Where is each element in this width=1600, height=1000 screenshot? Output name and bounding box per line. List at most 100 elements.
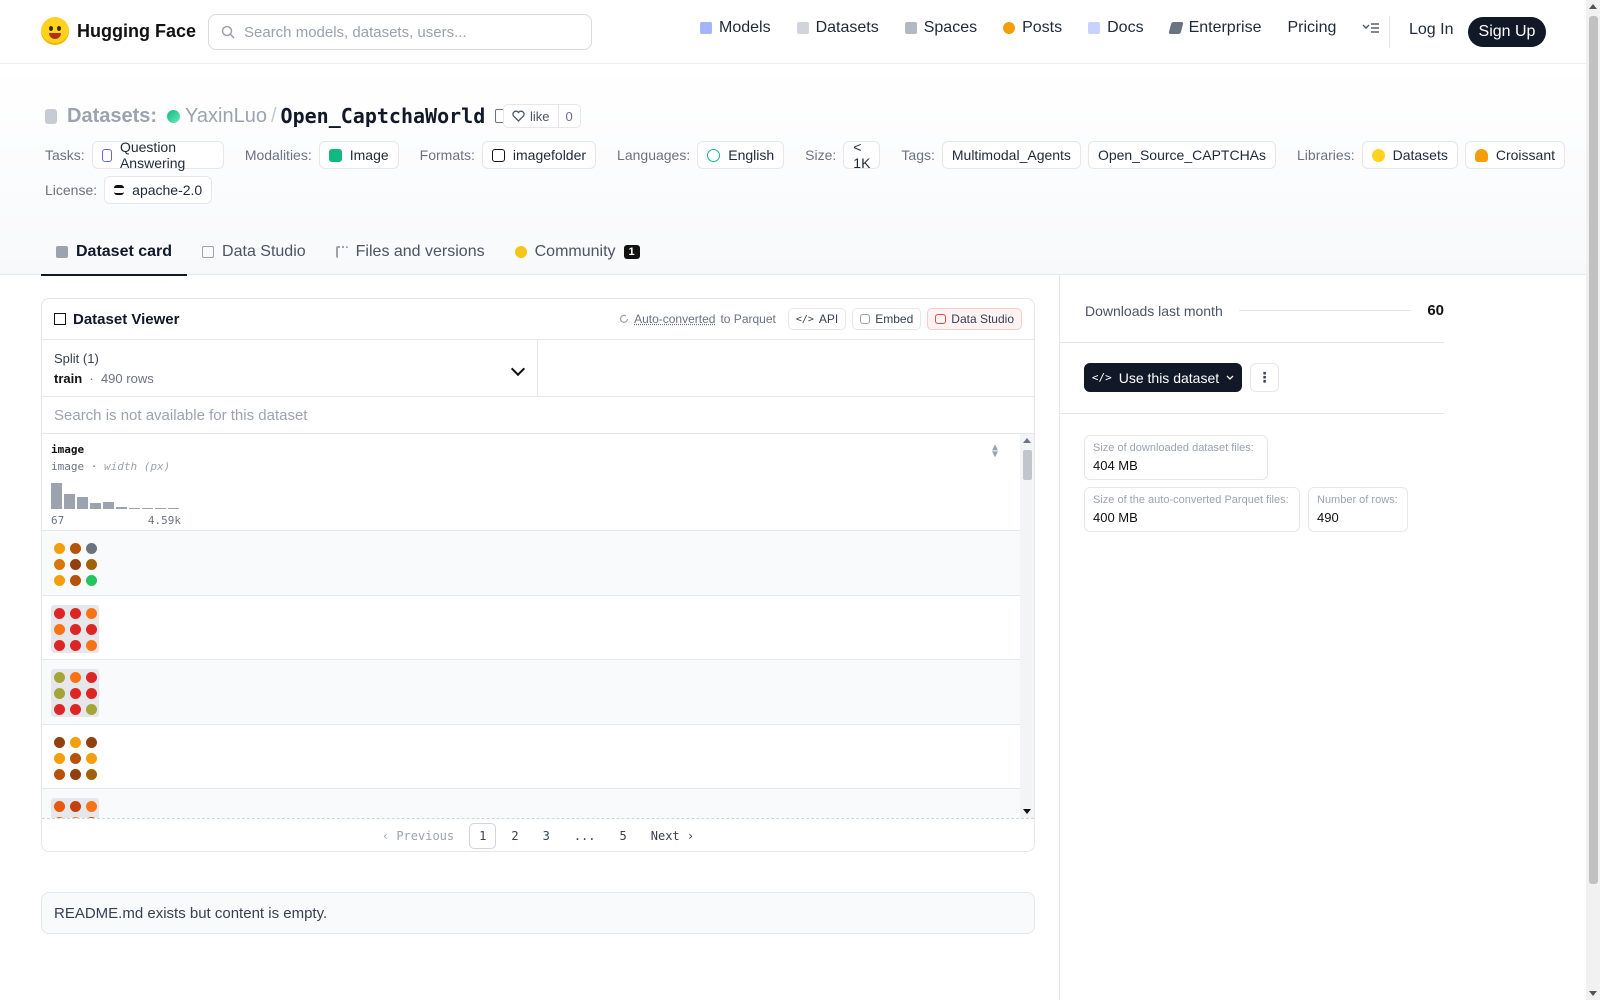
image-icon [328, 148, 342, 162]
split-selector[interactable]: Split (1) train · 490 rows [42, 340, 538, 396]
global-search[interactable] [208, 14, 592, 50]
login-link[interactable]: Log In [1409, 21, 1453, 39]
chevron-down-icon [1226, 375, 1234, 380]
captcha-thumbnail[interactable] [51, 604, 99, 653]
tab-dataset-card[interactable]: Dataset card [41, 230, 188, 276]
tag-task[interactable]: Question Answering [91, 139, 224, 171]
tag-multimodal-agents[interactable]: Multimodal_Agents [941, 141, 1081, 169]
page-scrollbar-thumb[interactable] [1589, 16, 1598, 884]
more-options-button[interactable]: ⋮ [1250, 363, 1279, 392]
search-input[interactable] [244, 23, 564, 41]
page-title[interactable]: Open_CaptchaWorld [281, 104, 486, 128]
divider [1060, 342, 1444, 343]
dataset-files-size: Size of downloaded dataset files: 404 MB [1084, 435, 1268, 480]
breadcrumb-org[interactable]: YaxinLuo [185, 105, 267, 128]
bank-icon [114, 185, 125, 195]
downloads-stat: Downloads last month 60 [1085, 302, 1444, 319]
previous-page-button[interactable]: ‹ Previous [373, 824, 463, 848]
histogram-bar[interactable] [129, 508, 140, 509]
histogram-bar[interactable] [155, 508, 166, 509]
datasets-icon [796, 22, 809, 34]
nav-links: Models Datasets Spaces Posts Docs Enterp… [700, 19, 1380, 37]
tag-modality[interactable]: Image [318, 141, 399, 169]
table-row[interactable] [42, 789, 1020, 818]
nav-posts[interactable]: Posts [1003, 19, 1062, 37]
table-scrollbar[interactable] [1020, 434, 1034, 818]
files-icon [335, 246, 348, 258]
tag-language[interactable]: English [697, 141, 785, 169]
tab-community[interactable]: Community 1 [500, 230, 655, 274]
repo-header: Datasets: YaxinLuo / Open_CaptchaWorld l… [0, 64, 1586, 276]
like-label: like [530, 108, 550, 124]
split-name: train [54, 371, 83, 386]
page-2-button[interactable]: 2 [502, 824, 527, 848]
table-row[interactable] [42, 725, 1020, 789]
tag-open-source-captchas[interactable]: Open_Source_CAPTCHAs [1087, 141, 1277, 169]
page-3-button[interactable]: 3 [534, 824, 559, 848]
histogram-bar[interactable] [168, 508, 179, 509]
nav-spaces[interactable]: Spaces [904, 19, 977, 37]
more-menu-icon[interactable] [1362, 22, 1380, 34]
breadcrumb-section[interactable]: Datasets: [67, 105, 157, 128]
page-5-button[interactable]: 5 [611, 824, 636, 848]
tag-license[interactable]: apache-2.0 [104, 176, 213, 204]
column-header-image[interactable]: image image · width (px) 67 4.59k ▲ ▼ [42, 434, 1020, 531]
auto-converted-link[interactable]: Auto-converted [634, 312, 715, 326]
captcha-thumbnail[interactable] [51, 798, 99, 818]
table-row[interactable] [42, 531, 1020, 596]
histogram-bar[interactable] [103, 502, 114, 509]
captcha-thumbnail[interactable] [51, 734, 99, 782]
data-studio-icon [935, 314, 947, 324]
data-studio-button[interactable]: Data Studio [927, 308, 1022, 330]
breadcrumb-separator: / [270, 104, 277, 127]
like-button[interactable]: like 0 [503, 104, 581, 128]
code-icon: </> [1091, 371, 1112, 384]
tab-data-studio[interactable]: Data Studio [187, 230, 321, 274]
embed-button[interactable]: Embed [852, 308, 922, 330]
histogram-bar[interactable] [142, 508, 153, 509]
tab-files-and-versions[interactable]: Files and versions [321, 230, 500, 274]
tag-library-croissant[interactable]: Croissant [1464, 141, 1565, 169]
scroll-up-arrow[interactable] [1023, 438, 1031, 443]
nav-docs[interactable]: Docs [1088, 19, 1144, 37]
table-row[interactable] [42, 596, 1020, 660]
page-scroll-down-arrow[interactable] [1589, 991, 1597, 996]
use-this-dataset-button[interactable]: </> Use this dataset [1084, 363, 1242, 392]
histogram-bar[interactable] [116, 507, 127, 509]
sort-icon[interactable]: ▲ ▼ [992, 443, 998, 460]
captcha-thumbnail[interactable] [51, 669, 99, 717]
split-title: Split (1) [54, 351, 99, 366]
models-icon [700, 22, 712, 34]
tasks-label: Tasks: [45, 147, 85, 163]
scroll-down-arrow[interactable] [1023, 809, 1031, 814]
width-histogram [51, 481, 1011, 509]
table-icon [202, 246, 215, 258]
api-button[interactable]: </> API [787, 308, 847, 330]
signup-button[interactable]: Sign Up [1468, 17, 1546, 47]
next-page-button[interactable]: Next › [642, 824, 703, 848]
brand-name: Hugging Face [77, 20, 197, 41]
tag-library-datasets[interactable]: Datasets [1361, 141, 1458, 169]
croissant-icon [1474, 148, 1488, 162]
hf-logo[interactable]: Hugging Face [41, 17, 196, 45]
nav-pricing[interactable]: Pricing [1287, 19, 1336, 37]
page-scrollbar[interactable] [1586, 0, 1600, 1000]
histogram-bar[interactable] [51, 483, 62, 509]
tag-size[interactable]: < 1K [843, 139, 881, 171]
histogram-bar[interactable] [64, 494, 75, 509]
hugging-face-logo-icon [41, 17, 69, 45]
auto-converted-note: Auto-converted to Parquet [619, 312, 776, 326]
nav-models[interactable]: Models [700, 19, 771, 37]
captcha-thumbnail[interactable] [51, 540, 99, 588]
page-1-button[interactable]: 1 [469, 822, 497, 849]
license-label: License: [45, 182, 98, 198]
nav-enterprise[interactable]: Enterprise [1167, 19, 1261, 37]
table-scrollbar-thumb[interactable] [1023, 450, 1032, 480]
histogram-bar[interactable] [90, 503, 101, 509]
tag-format[interactable]: imagefolder [481, 141, 597, 169]
page-scroll-up-arrow[interactable] [1589, 4, 1597, 9]
table-row[interactable] [42, 660, 1020, 725]
formats-label: Formats: [419, 147, 475, 163]
nav-datasets[interactable]: Datasets [796, 19, 879, 37]
histogram-bar[interactable] [77, 497, 88, 509]
